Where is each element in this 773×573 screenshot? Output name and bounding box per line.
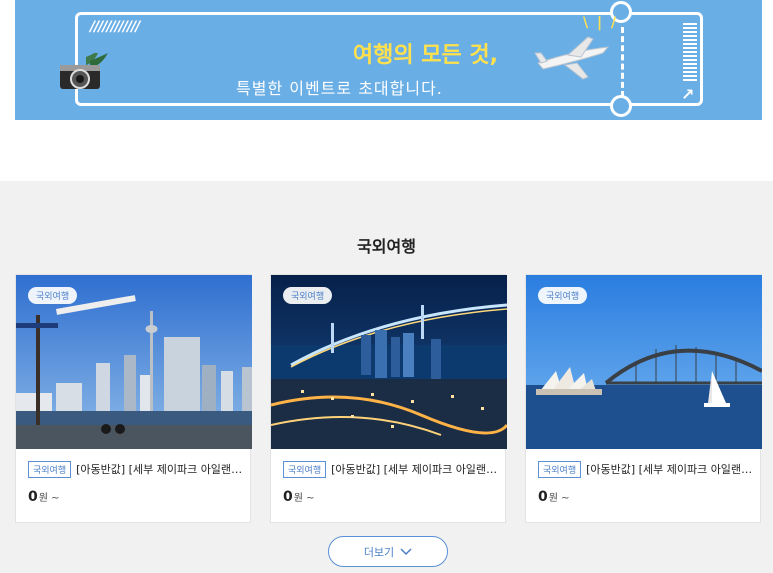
category-badge: 국외여행: [538, 287, 588, 304]
category-tag: 국외여행: [283, 460, 327, 478]
arrow-up-right-icon[interactable]: ↗: [681, 85, 694, 104]
product-name[interactable]: [아동반값] [세부 제이파크 아일랜드 리조트]: [331, 461, 501, 477]
category-badge: 국외여행: [283, 287, 333, 304]
price-unit: 원 ~: [293, 493, 315, 504]
barcode-icon: [683, 23, 697, 81]
price-value: 0: [28, 489, 38, 505]
product-thumbnail[interactable]: 국외여행: [16, 275, 252, 449]
category-tag: 국외여행: [28, 460, 72, 478]
product-info[interactable]: 국외여행 [아동반값] [세부 제이파크 아일랜드 리조트]: [538, 460, 756, 478]
ticket-frame: //////////// 여행의 모든 것, 특별한 이벤트로 초대합니다. ↗…: [60, 1, 703, 117]
product-name[interactable]: [아동반값] [세부 제이파크 아일랜드 리조트]: [76, 461, 246, 477]
product-card[interactable]: 국외여행 국외여행 [아동반값] [세부 제이파크 아일랜드 리조트] 0원 ~: [525, 274, 762, 523]
airplane-icon: [534, 36, 610, 80]
price-value: 0: [283, 489, 293, 505]
chevron-down-icon: [400, 547, 412, 555]
price-unit: 원 ~: [548, 493, 570, 504]
product-card[interactable]: 국외여행 국외여행 [아동반값] [세부 제이파크 아일랜드 리조트] 0원 ~: [270, 274, 507, 523]
banner-subtitle: 특별한 이벤트로 초대합니다.: [236, 79, 443, 98]
price-value: 0: [538, 489, 548, 505]
load-more-label: 더보기: [363, 546, 395, 559]
product-name[interactable]: [아동반값] [세부 제이파크 아일랜드 리조트]: [586, 461, 756, 477]
product-thumbnail[interactable]: 국외여행: [271, 275, 507, 449]
event-banner[interactable]: //////////// 여행의 모든 것, 특별한 이벤트로 초대합니다. ↗…: [15, 0, 762, 120]
overseas-travel-section: 국외여행 국외여행 국외여행 [아동반값] [세부 제이파크 아일랜드 0원 ~…: [0, 181, 773, 573]
decorative-slashes: ////////////: [90, 19, 140, 35]
sparkle-icon: \ | /: [583, 15, 619, 31]
section-title: 국외여행: [357, 237, 416, 256]
product-price: 0원 ~: [28, 489, 60, 505]
camera-icon: [60, 53, 108, 89]
product-price: 0원 ~: [283, 489, 315, 505]
product-info[interactable]: 국외여행 [아동반값] [세부 제이파크 아일랜드 리조트]: [283, 460, 501, 478]
price-unit: 원 ~: [38, 493, 60, 504]
product-info[interactable]: 국외여행 [아동반값] [세부 제이파크 아일랜드 리조트]: [28, 460, 246, 478]
banner-title: 여행의 모든 것,: [352, 43, 498, 68]
ticket-perforation: [621, 27, 624, 97]
category-tag: 국외여행: [538, 460, 582, 478]
product-card[interactable]: 국외여행 국외여행 [아동반값] [세부 제이파크 아일랜드 리조트] 0원 ~: [15, 274, 252, 523]
load-more-button[interactable]: 더보기: [328, 536, 448, 567]
product-thumbnail[interactable]: 국외여행: [526, 275, 762, 449]
category-badge: 국외여행: [28, 287, 78, 304]
product-price: 0원 ~: [538, 489, 570, 505]
ticket-notch-bottom: [610, 95, 632, 117]
